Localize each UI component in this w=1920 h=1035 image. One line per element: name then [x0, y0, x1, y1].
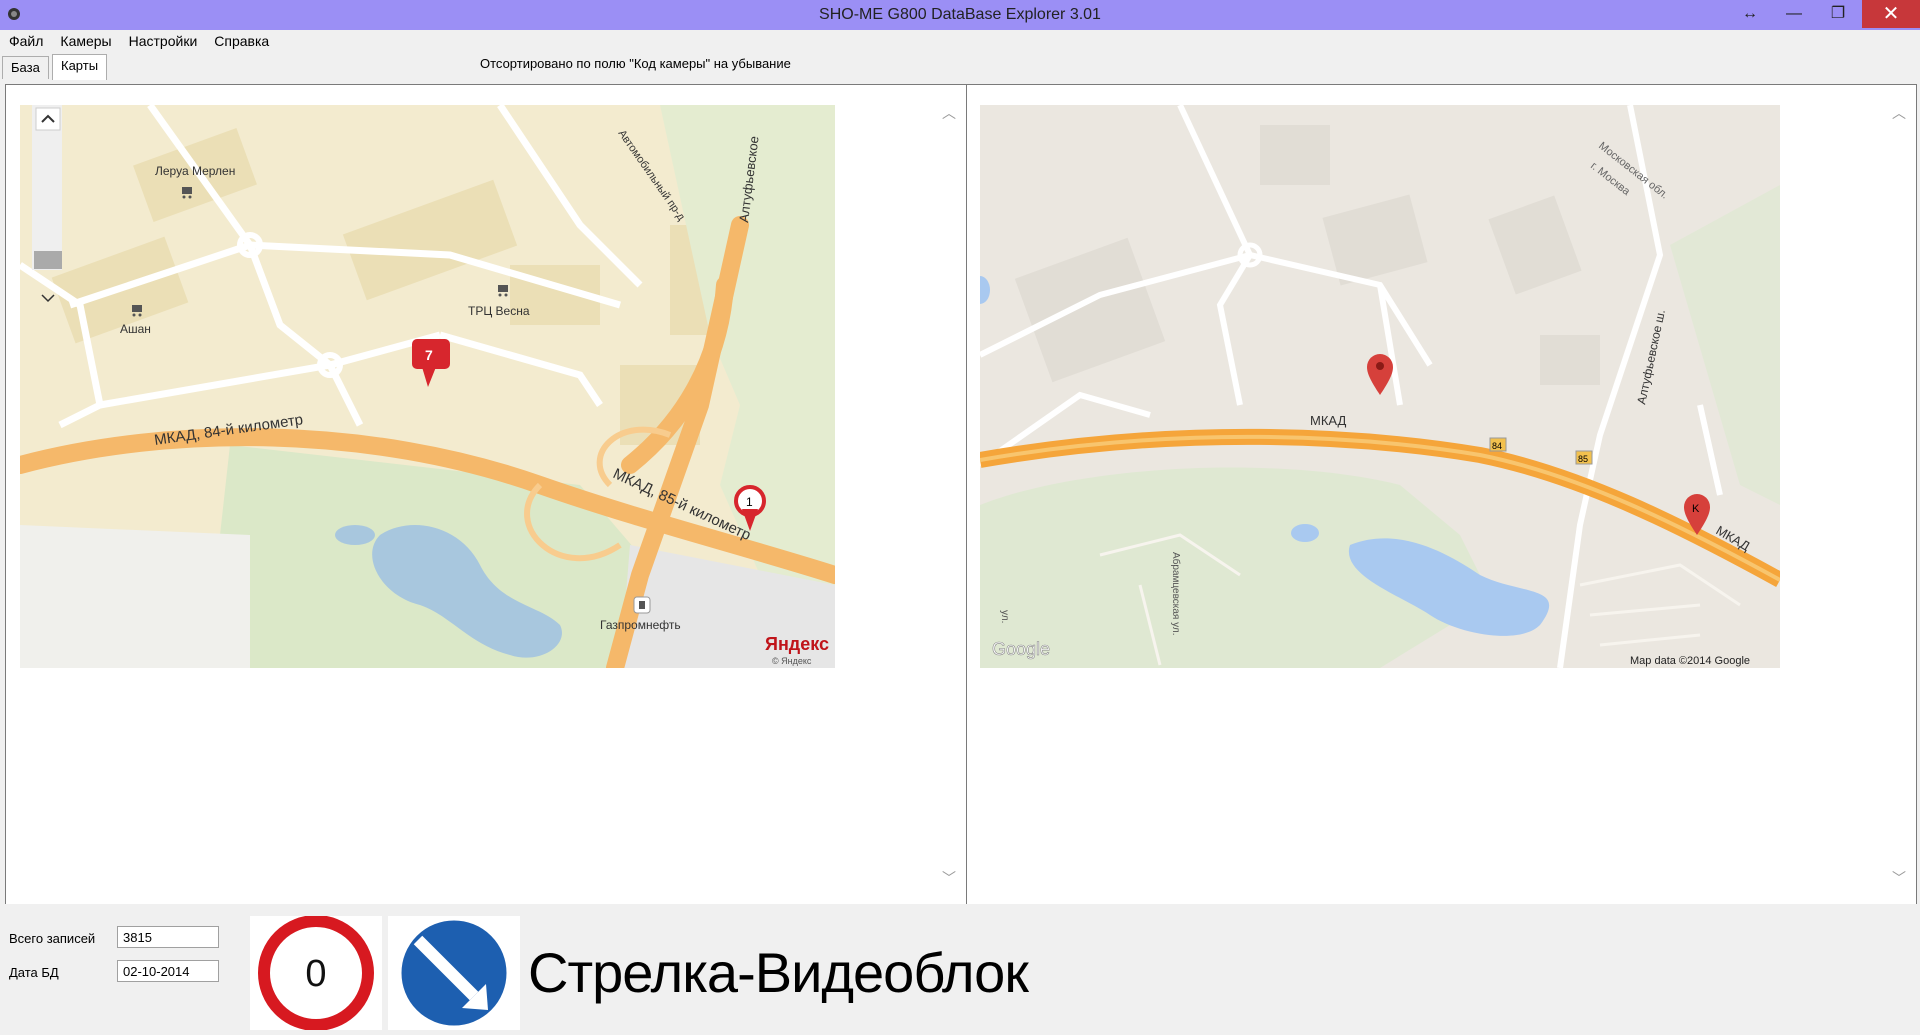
map-attribution: Map data ©2014 Google — [1630, 655, 1750, 667]
camera-type-name: Стрелка-Видеоблок — [528, 941, 1029, 1004]
keep-right-sign-icon — [388, 916, 520, 1030]
total-records-field[interactable]: 3815 — [117, 926, 219, 948]
fuel-icon — [633, 596, 651, 614]
minimize-button[interactable]: — — [1772, 0, 1816, 28]
yandex-copyright: © Яндекс — [772, 656, 812, 666]
tab-maps[interactable]: Карты — [52, 54, 108, 80]
title-bar: SHO-ME G800 DataBase Explorer 3.01 ↔ — ❐… — [0, 0, 1920, 30]
db-date-field[interactable]: 02-10-2014 — [117, 960, 219, 982]
road-shield-85: 85 — [1575, 450, 1593, 465]
road-shield-84: 84 — [1489, 437, 1507, 452]
menu-file[interactable]: Файл — [9, 33, 43, 49]
svg-text:K: K — [1692, 503, 1700, 515]
svg-text:7: 7 — [425, 347, 433, 363]
menu-cameras[interactable]: Камеры — [60, 33, 111, 49]
tab-strip: База Карты — [0, 54, 1920, 80]
label-mkad: МКАД — [1310, 413, 1347, 428]
label-leroy: Леруа Мерлен — [155, 164, 235, 178]
menu-help[interactable]: Справка — [214, 33, 269, 49]
db-date-label: Дата БД — [9, 965, 59, 980]
speed-limit-value: 0 — [305, 953, 326, 995]
scroll-up-icon[interactable]: ︿ — [1892, 103, 1906, 123]
menu-bar: Файл Камеры Настройки Справка — [0, 30, 1920, 52]
close-button[interactable]: ✕ — [1862, 0, 1920, 28]
svg-text:84: 84 — [1492, 441, 1502, 451]
svg-text:1: 1 — [746, 495, 753, 509]
maximize-button[interactable]: ❐ — [1816, 0, 1860, 28]
scroll-up-icon[interactable]: ︿ — [942, 103, 956, 123]
scroll-down-icon[interactable]: ﹀ — [942, 868, 956, 888]
label-trc: ТРЦ Весна — [468, 304, 530, 318]
yandex-map[interactable]: Леруа Мерлен Ашан ТРЦ Весна Алтуфьевское… — [20, 105, 835, 668]
svg-text:85: 85 — [1578, 454, 1588, 464]
yandex-map-canvas: Леруа Мерлен Ашан ТРЦ Весна Алтуфьевское… — [20, 105, 835, 668]
label-abram: Абрамцевская ул. — [1170, 552, 1182, 636]
left-map-pane: ︿ ﹀ Леруа Мерлен Ашан ТРЦ Весна Алтуфьев… — [5, 84, 967, 905]
right-map-pane: ︿ ﹀ МКАД МКАД 84 85 Алтуфьевское ш. Моск… — [966, 84, 1917, 905]
speed-limit-sign: 0 — [250, 915, 382, 1031]
google-logo: Google — [992, 639, 1050, 659]
sort-info: Отсортировано по полю "Код камеры" на уб… — [480, 56, 791, 71]
window-title: SHO-ME G800 DataBase Explorer 3.01 — [819, 6, 1101, 23]
google-map-canvas: МКАД МКАД 84 85 Алтуфьевское ш. Московск… — [980, 105, 1784, 668]
scroll-down-icon[interactable]: ﹀ — [1892, 868, 1906, 888]
yandex-logo: Яндекс — [765, 634, 829, 654]
total-records-label: Всего записей — [9, 931, 96, 946]
menu-settings[interactable]: Настройки — [129, 33, 198, 49]
resize-icon[interactable]: ↔ — [1728, 0, 1772, 28]
google-map[interactable]: МКАД МКАД 84 85 Алтуфьевское ш. Московск… — [980, 105, 1795, 668]
tab-base[interactable]: База — [2, 56, 49, 79]
label-auchan: Ашан — [120, 322, 151, 336]
label-gazprom: Газпромнефть — [600, 618, 681, 632]
label-ul: ул. — [999, 610, 1010, 623]
